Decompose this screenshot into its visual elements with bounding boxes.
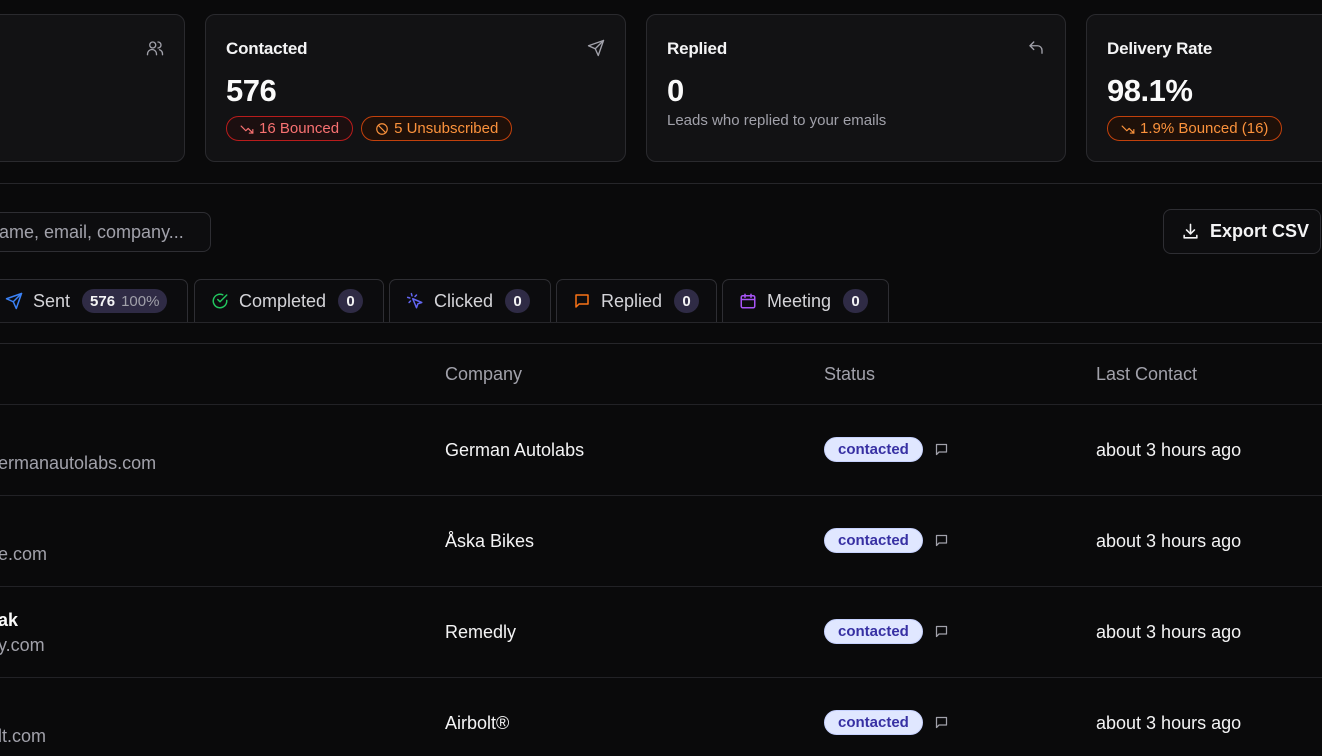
tab-completed-label: Completed [239,290,327,311]
bounced-badge: 16 Bounced [226,116,354,141]
replied-subtitle: Leads who replied to your emails [667,112,887,129]
status-badge: contacted [824,710,923,735]
replied-stat-card: Replied 0 Leads who replied to your emai… [646,14,1066,162]
search-box[interactable] [0,212,211,252]
message-icon[interactable] [934,715,949,730]
tab-sent-count-badge: 576 100% [82,289,168,313]
tabs-bottom-border [0,322,1322,323]
tab-sent-count: 576 [90,292,116,310]
status-badge: contacted [824,528,923,553]
bounced-label: 16 Bounced [259,120,340,137]
trending-down-icon [1121,125,1135,134]
delivery-bounced-label: 1.9% Bounced (16) [1140,120,1269,137]
company-name: Airbolt® [445,713,510,733]
row-divider [0,586,1322,587]
tab-clicked[interactable]: Clicked 0 [389,279,551,322]
ban-icon [376,122,388,135]
contacted-value: 576 [226,73,277,108]
lead-email: y.com [0,635,45,655]
unsubscribed-badge: 5 Unsubscribed [361,116,513,141]
leads-stat-card [0,14,185,162]
download-icon [1183,223,1198,239]
tab-sent-label: Sent [33,290,71,311]
column-header-last-contact[interactable]: Last Contact [1096,364,1197,385]
search-input[interactable] [0,213,210,251]
column-header-status[interactable]: Status [824,364,875,385]
message-icon [575,294,589,308]
message-icon[interactable] [934,533,949,548]
tab-replied-count: 0 [674,289,700,313]
tab-meeting-label: Meeting [767,290,832,311]
calendar-icon [740,293,756,309]
delivery-bounced-badge: 1.9% Bounced (16) [1107,116,1283,141]
export-csv-label: Export CSV [1210,221,1310,241]
send-icon [5,292,23,310]
status-badge: contacted [824,619,923,644]
tab-completed[interactable]: Completed 0 [194,279,384,322]
replied-value: 0 [667,73,684,108]
users-icon [146,41,164,56]
tab-clicked-count: 0 [505,289,531,313]
send-icon [587,39,605,57]
trending-down-icon [240,125,254,134]
company-name: Remedly [445,622,517,642]
message-icon[interactable] [934,624,949,639]
company-name: German Autolabs [445,440,585,460]
company-name: Åska Bikes [445,531,535,551]
tab-replied[interactable]: Replied 0 [556,279,717,322]
replied-title: Replied [667,39,728,58]
check-circle-icon [212,293,228,309]
delivery-value: 98.1% [1107,73,1193,108]
last-contact: about 3 hours ago [1096,622,1242,642]
divider [0,183,1322,184]
tab-completed-count: 0 [338,289,364,313]
contacted-title: Contacted [226,39,308,58]
message-icon[interactable] [934,442,949,457]
lead-email: lt.com [0,726,47,746]
export-csv-button[interactable]: Export CSV [1163,209,1321,254]
tab-meeting-count: 0 [843,289,869,313]
delivery-title: Delivery Rate [1107,39,1213,58]
tab-sent[interactable]: Sent 576 100% [0,279,188,322]
unsubscribed-label: 5 Unsubscribed [394,120,499,137]
contacted-stat-card: Contacted 576 16 Bounced 5 Unsubscribed [205,14,626,162]
lead-email: ermanautolabs.com [0,453,157,473]
tab-replied-label: Replied [601,290,663,311]
tab-meeting[interactable]: Meeting 0 [722,279,889,322]
table-top-border [0,343,1322,344]
last-contact: about 3 hours ago [1096,531,1242,551]
status-badge: contacted [824,437,923,462]
header-divider [0,404,1322,405]
last-contact: about 3 hours ago [1096,440,1242,460]
cursor-click-icon [406,292,423,309]
lead-email: e.com [0,544,48,564]
delivery-rate-stat-card: Delivery Rate 98.1% 1.9% Bounced (16) [1086,14,1322,162]
reply-icon [1029,41,1043,54]
row-divider [0,677,1322,678]
tab-sent-percent: 100% [121,292,160,310]
row-divider [0,495,1322,496]
column-header-company[interactable]: Company [445,364,522,385]
tab-clicked-label: Clicked [434,290,494,311]
lead-name: ak [0,610,19,630]
last-contact: about 3 hours ago [1096,713,1242,733]
